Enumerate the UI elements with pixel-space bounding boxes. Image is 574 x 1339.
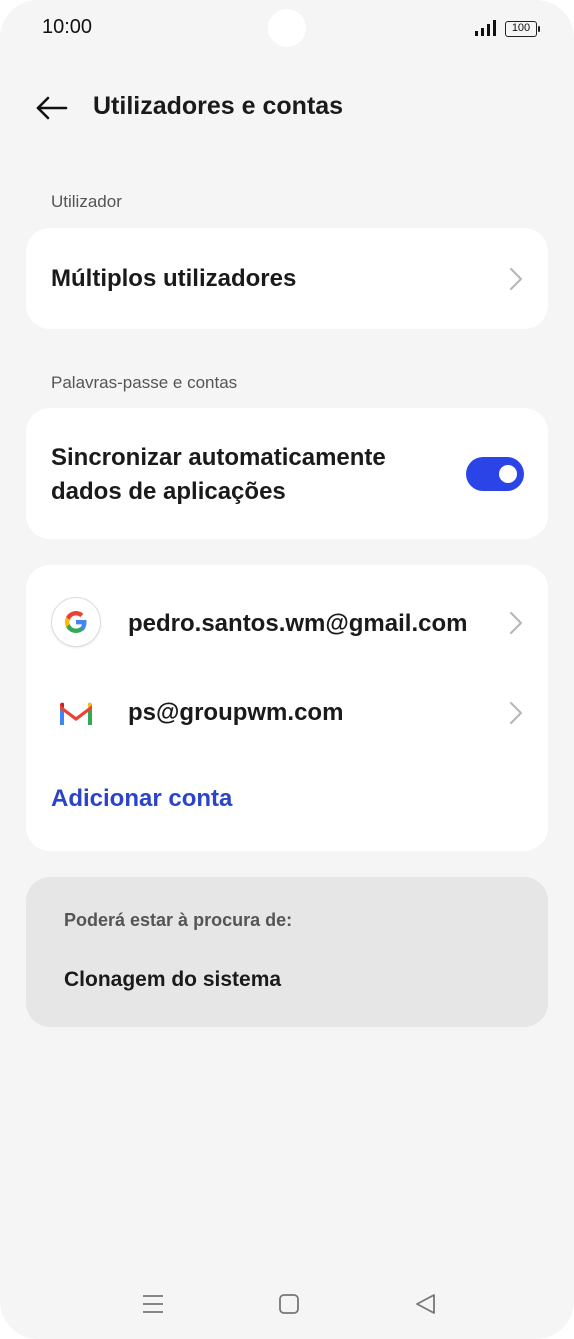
chevron-right-icon [510,702,522,724]
multiple-users-label: Múltiplos utilizadores [51,265,297,292]
section-label-accounts: Palavras-passe e contas [51,373,238,392]
status-time: 10:00 [42,16,93,38]
page-title: Utilizadores e contas [93,92,344,120]
account-email-gmail: ps@groupwm.com [128,699,344,726]
header: Utilizadores e contas [0,80,574,136]
back-arrow-icon[interactable] [30,88,74,128]
suggestions-label: Poderá estar à procura de: [64,910,293,930]
status-bar: 10:00 100 [0,0,574,60]
google-icon [52,598,100,646]
multiple-users-row[interactable]: Múltiplos utilizadores [26,228,548,329]
back-icon[interactable] [412,1292,440,1316]
camera-cutout [268,9,306,47]
suggestions-card: Poderá estar à procura de: Clonagem do s… [26,877,548,1027]
auto-sync-label-line2: dados de aplicações [51,478,286,505]
home-icon[interactable] [275,1292,303,1316]
menu-icon[interactable] [139,1292,167,1316]
navigation-bar [0,1280,574,1330]
add-account-link[interactable]: Adicionar conta [51,785,232,813]
battery-level: 100 [511,22,531,34]
account-row-google[interactable]: pedro.santos.wm@gmail.com [26,589,548,657]
accounts-card: pedro.santos.wm@gmail.com ps@groupwm.com… [26,565,548,851]
battery-icon: 100 [505,21,540,37]
gmail-icon [60,702,92,725]
auto-sync-label-line1: Sincronizar automaticamente [51,444,386,471]
chevron-right-icon [510,612,522,634]
auto-sync-toggle[interactable] [466,457,524,491]
account-row-gmail[interactable]: ps@groupwm.com [26,679,548,747]
suggestion-system-clone[interactable]: Clonagem do sistema [64,968,281,992]
signal-icon [475,20,496,36]
chevron-right-icon [510,268,522,290]
toggle-knob [499,465,517,483]
auto-sync-row[interactable]: Sincronizar automaticamente dados de apl… [26,408,548,539]
phone-screen: 10:00 100 Utilizadores e contas Utilizad… [0,0,574,1339]
account-email-google: pedro.santos.wm@gmail.com [128,610,468,637]
section-label-user: Utilizador [51,192,122,211]
